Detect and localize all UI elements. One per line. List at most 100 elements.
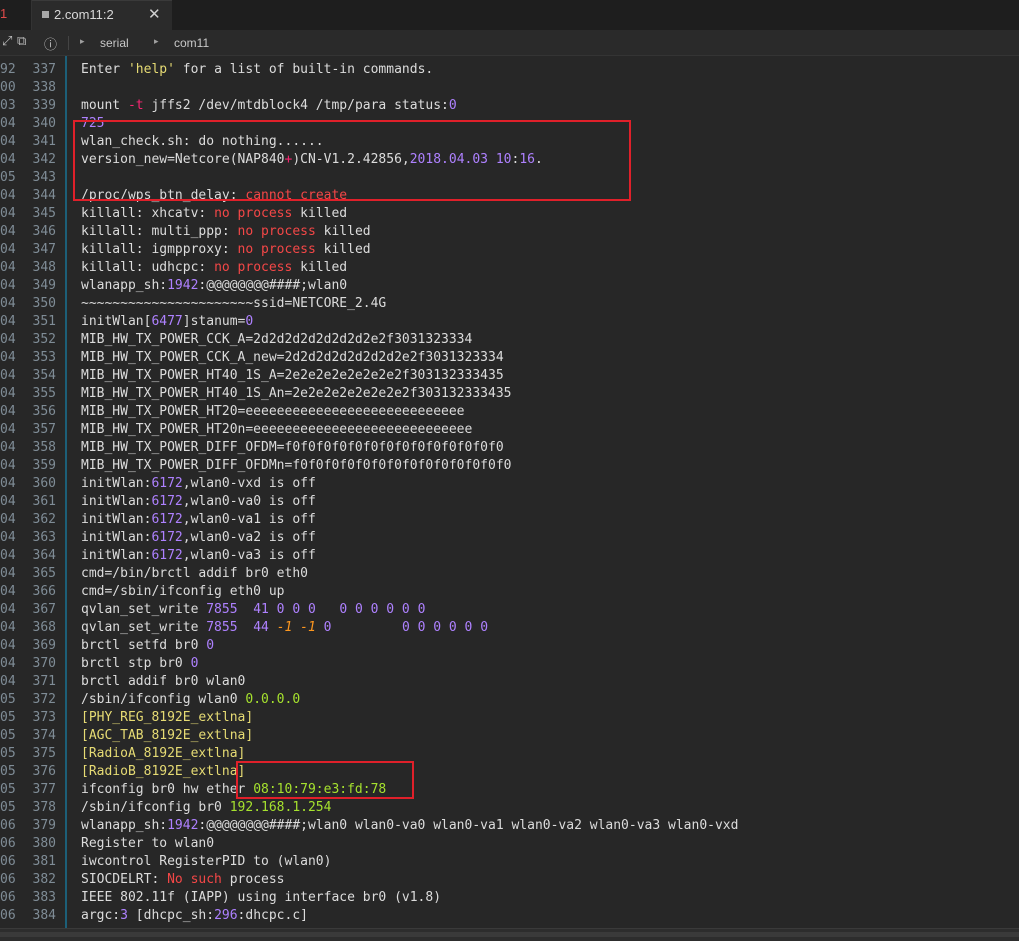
- terminal-line: 06] 379 wlanapp_sh:1942:@@@@@@@@####;wlan0…: [0, 817, 1019, 835]
- terminal-line: 04] 362 initWlan:6172,wlan0-va1 is off: [0, 511, 1019, 529]
- horizontal-scrollbar[interactable]: [0, 928, 1019, 941]
- line-number: 380: [32, 836, 56, 851]
- prev-line-fragment: 04]: [0, 512, 16, 527]
- line-text: argc:3 [dhcpc_sh:296:dhcpc.c]: [81, 908, 308, 923]
- terminal-line: 04] 345 killall: xhcatv: no process killed: [0, 205, 1019, 223]
- terminal-line: 04] 350 ~~~~~~~~~~~~~~~~~~~~~~ssid=NETCORE…: [0, 295, 1019, 313]
- terminal-line: 05] 375 [RadioA_8192E_extlna]: [0, 745, 1019, 763]
- terminal-line: 06] 380 Register to wlan0: [0, 835, 1019, 853]
- line-text: IEEE 802.11f (IAPP) using interface br0 …: [81, 890, 442, 905]
- terminal-line: 06] 384 argc:3 [dhcpc_sh:296:dhcpc.c]: [0, 907, 1019, 925]
- tab-com11-session[interactable]: 2.com11:2 ✕: [32, 0, 172, 30]
- prev-line-fragment: 05]: [0, 782, 16, 797]
- chevron-right-icon: ▸: [154, 37, 159, 47]
- line-number: 366: [32, 584, 56, 599]
- terminal-line: 06] 382 SIOCDELRT: No such process: [0, 871, 1019, 889]
- prev-line-fragment: 00]: [0, 80, 16, 95]
- prev-line-fragment: 04]: [0, 584, 16, 599]
- line-number: 381: [32, 854, 56, 869]
- line-text: initWlan:6172,wlan0-va0 is off: [81, 494, 316, 509]
- prev-line-fragment: 05]: [0, 728, 16, 743]
- terminal-line: 06] 383 IEEE 802.11f (IAPP) using interfac…: [0, 889, 1019, 907]
- terminal-line: 03] 339 mount -t jffs2 /dev/mtdblock4 /tmp…: [0, 97, 1019, 115]
- close-icon[interactable]: ✕: [148, 5, 161, 23]
- line-text: killall: multi_ppp: no process killed: [81, 224, 371, 239]
- info-icon[interactable]: ⓘ: [44, 34, 57, 53]
- prev-line-fragment: 05]: [0, 764, 16, 779]
- terminal-line: 05] 376 [RadioB_8192E_extlna]: [0, 763, 1019, 781]
- line-text: initWlan[6477]stanum=0: [81, 314, 254, 329]
- prev-line-fragment: 04]: [0, 296, 16, 311]
- prev-line-fragment: 04]: [0, 458, 16, 473]
- breadcrumb-serial[interactable]: serial: [100, 36, 129, 50]
- terminal-line: 04] 370 brctl stp br0 0: [0, 655, 1019, 673]
- line-number: 340: [32, 116, 56, 131]
- terminal-line: 04] 355 MIB_HW_TX_POWER_HT40_1S_An=2e2e2e2…: [0, 385, 1019, 403]
- prev-line-fragment: 04]: [0, 224, 16, 239]
- prev-line-fragment: 04]: [0, 656, 16, 671]
- line-number: 365: [32, 566, 56, 581]
- line-text: 725: [81, 116, 105, 131]
- prev-line-fragment: 04]: [0, 386, 16, 401]
- line-number: 342: [32, 152, 56, 167]
- line-text: wlanapp_sh:1942:@@@@@@@@####;wlan0 wlan0…: [81, 818, 739, 833]
- lock-icon[interactable]: ⤢: [2, 34, 12, 49]
- line-text: initWlan:6172,wlan0-va2 is off: [81, 530, 316, 545]
- prev-line-fragment: 04]: [0, 278, 16, 293]
- terminal-line: 04] 360 initWlan:6172,wlan0-vxd is off: [0, 475, 1019, 493]
- prev-line-fragment: 04]: [0, 530, 16, 545]
- prev-line-fragment: 04]: [0, 602, 16, 617]
- line-text: brctl setfd br0 0: [81, 638, 215, 653]
- terminal-line: 04] 340 725: [0, 115, 1019, 133]
- tab-bar: 1 2.com11:2 ✕: [0, 0, 1019, 30]
- copy-icon[interactable]: ⧉: [17, 34, 26, 49]
- line-number: 345: [32, 206, 56, 221]
- prev-line-fragment: 06]: [0, 872, 16, 887]
- line-number: 357: [32, 422, 56, 437]
- terminal-line: 04] 347 killall: igmpproxy: no process kil…: [0, 241, 1019, 259]
- line-number: 352: [32, 332, 56, 347]
- line-text: Register to wlan0: [81, 836, 215, 851]
- prev-line-fragment: 04]: [0, 314, 16, 329]
- prev-line-fragment: 03]: [0, 98, 16, 113]
- line-text: wlanapp_sh:1942:@@@@@@@@####;wlan0: [81, 278, 348, 293]
- terminal-line: 04] 356 MIB_HW_TX_POWER_HT20=eeeeeeeeeeeee…: [0, 403, 1019, 421]
- prev-line-fragment: 04]: [0, 260, 16, 275]
- terminal-output[interactable]: 92] 337 Enter 'help' for a list of built-i…: [0, 56, 1019, 928]
- terminal-line: 04] 354 MIB_HW_TX_POWER_HT40_1S_A=2e2e2e2e…: [0, 367, 1019, 385]
- line-text: initWlan:6172,wlan0-va1 is off: [81, 512, 316, 527]
- terminal-line: 04] 346 killall: multi_ppp: no process kil…: [0, 223, 1019, 241]
- line-number: 344: [32, 188, 56, 203]
- line-number: 371: [32, 674, 56, 689]
- line-number: 372: [32, 692, 56, 707]
- prev-line-fragment: 04]: [0, 440, 16, 455]
- prev-line-fragment: 04]: [0, 206, 16, 221]
- line-number: 339: [32, 98, 56, 113]
- line-number: 343: [32, 170, 56, 185]
- terminal-line: 04] 342 version_new=Netcore(NAP840+)CN-V1.…: [0, 151, 1019, 169]
- line-text: killall: igmpproxy: no process killed: [81, 242, 371, 257]
- line-text: version_new=Netcore(NAP840+)CN-V1.2.4285…: [81, 152, 543, 167]
- line-text: cmd=/sbin/ifconfig eth0 up: [81, 584, 285, 599]
- tab-previous[interactable]: 1: [0, 0, 32, 30]
- scrollbar-thumb[interactable]: [0, 932, 1019, 937]
- tab-previous-label: 1: [0, 6, 8, 21]
- line-text: initWlan:6172,wlan0-va3 is off: [81, 548, 316, 563]
- line-text: qvlan_set_write 7855 44 -1 -1 0 0 0 0 0 …: [81, 620, 489, 635]
- prev-line-fragment: 04]: [0, 242, 16, 257]
- line-number: 384: [32, 908, 56, 923]
- line-number: 369: [32, 638, 56, 653]
- line-number: 346: [32, 224, 56, 239]
- prev-line-fragment: 04]: [0, 134, 16, 149]
- breadcrumb-com11[interactable]: com11: [174, 36, 209, 50]
- prev-line-fragment: 92]: [0, 62, 16, 77]
- line-number: 358: [32, 440, 56, 455]
- line-number: 373: [32, 710, 56, 725]
- line-text: SIOCDELRT: No such process: [81, 872, 285, 887]
- line-text: [PHY_REG_8192E_extlna]: [81, 710, 254, 725]
- terminal-line: 92] 337 Enter 'help' for a list of built-i…: [0, 61, 1019, 79]
- line-number: 337: [32, 62, 56, 77]
- terminal-line: 04] 353 MIB_HW_TX_POWER_CCK_A_new=2d2d2d2d…: [0, 349, 1019, 367]
- line-number: 377: [32, 782, 56, 797]
- line-number: 360: [32, 476, 56, 491]
